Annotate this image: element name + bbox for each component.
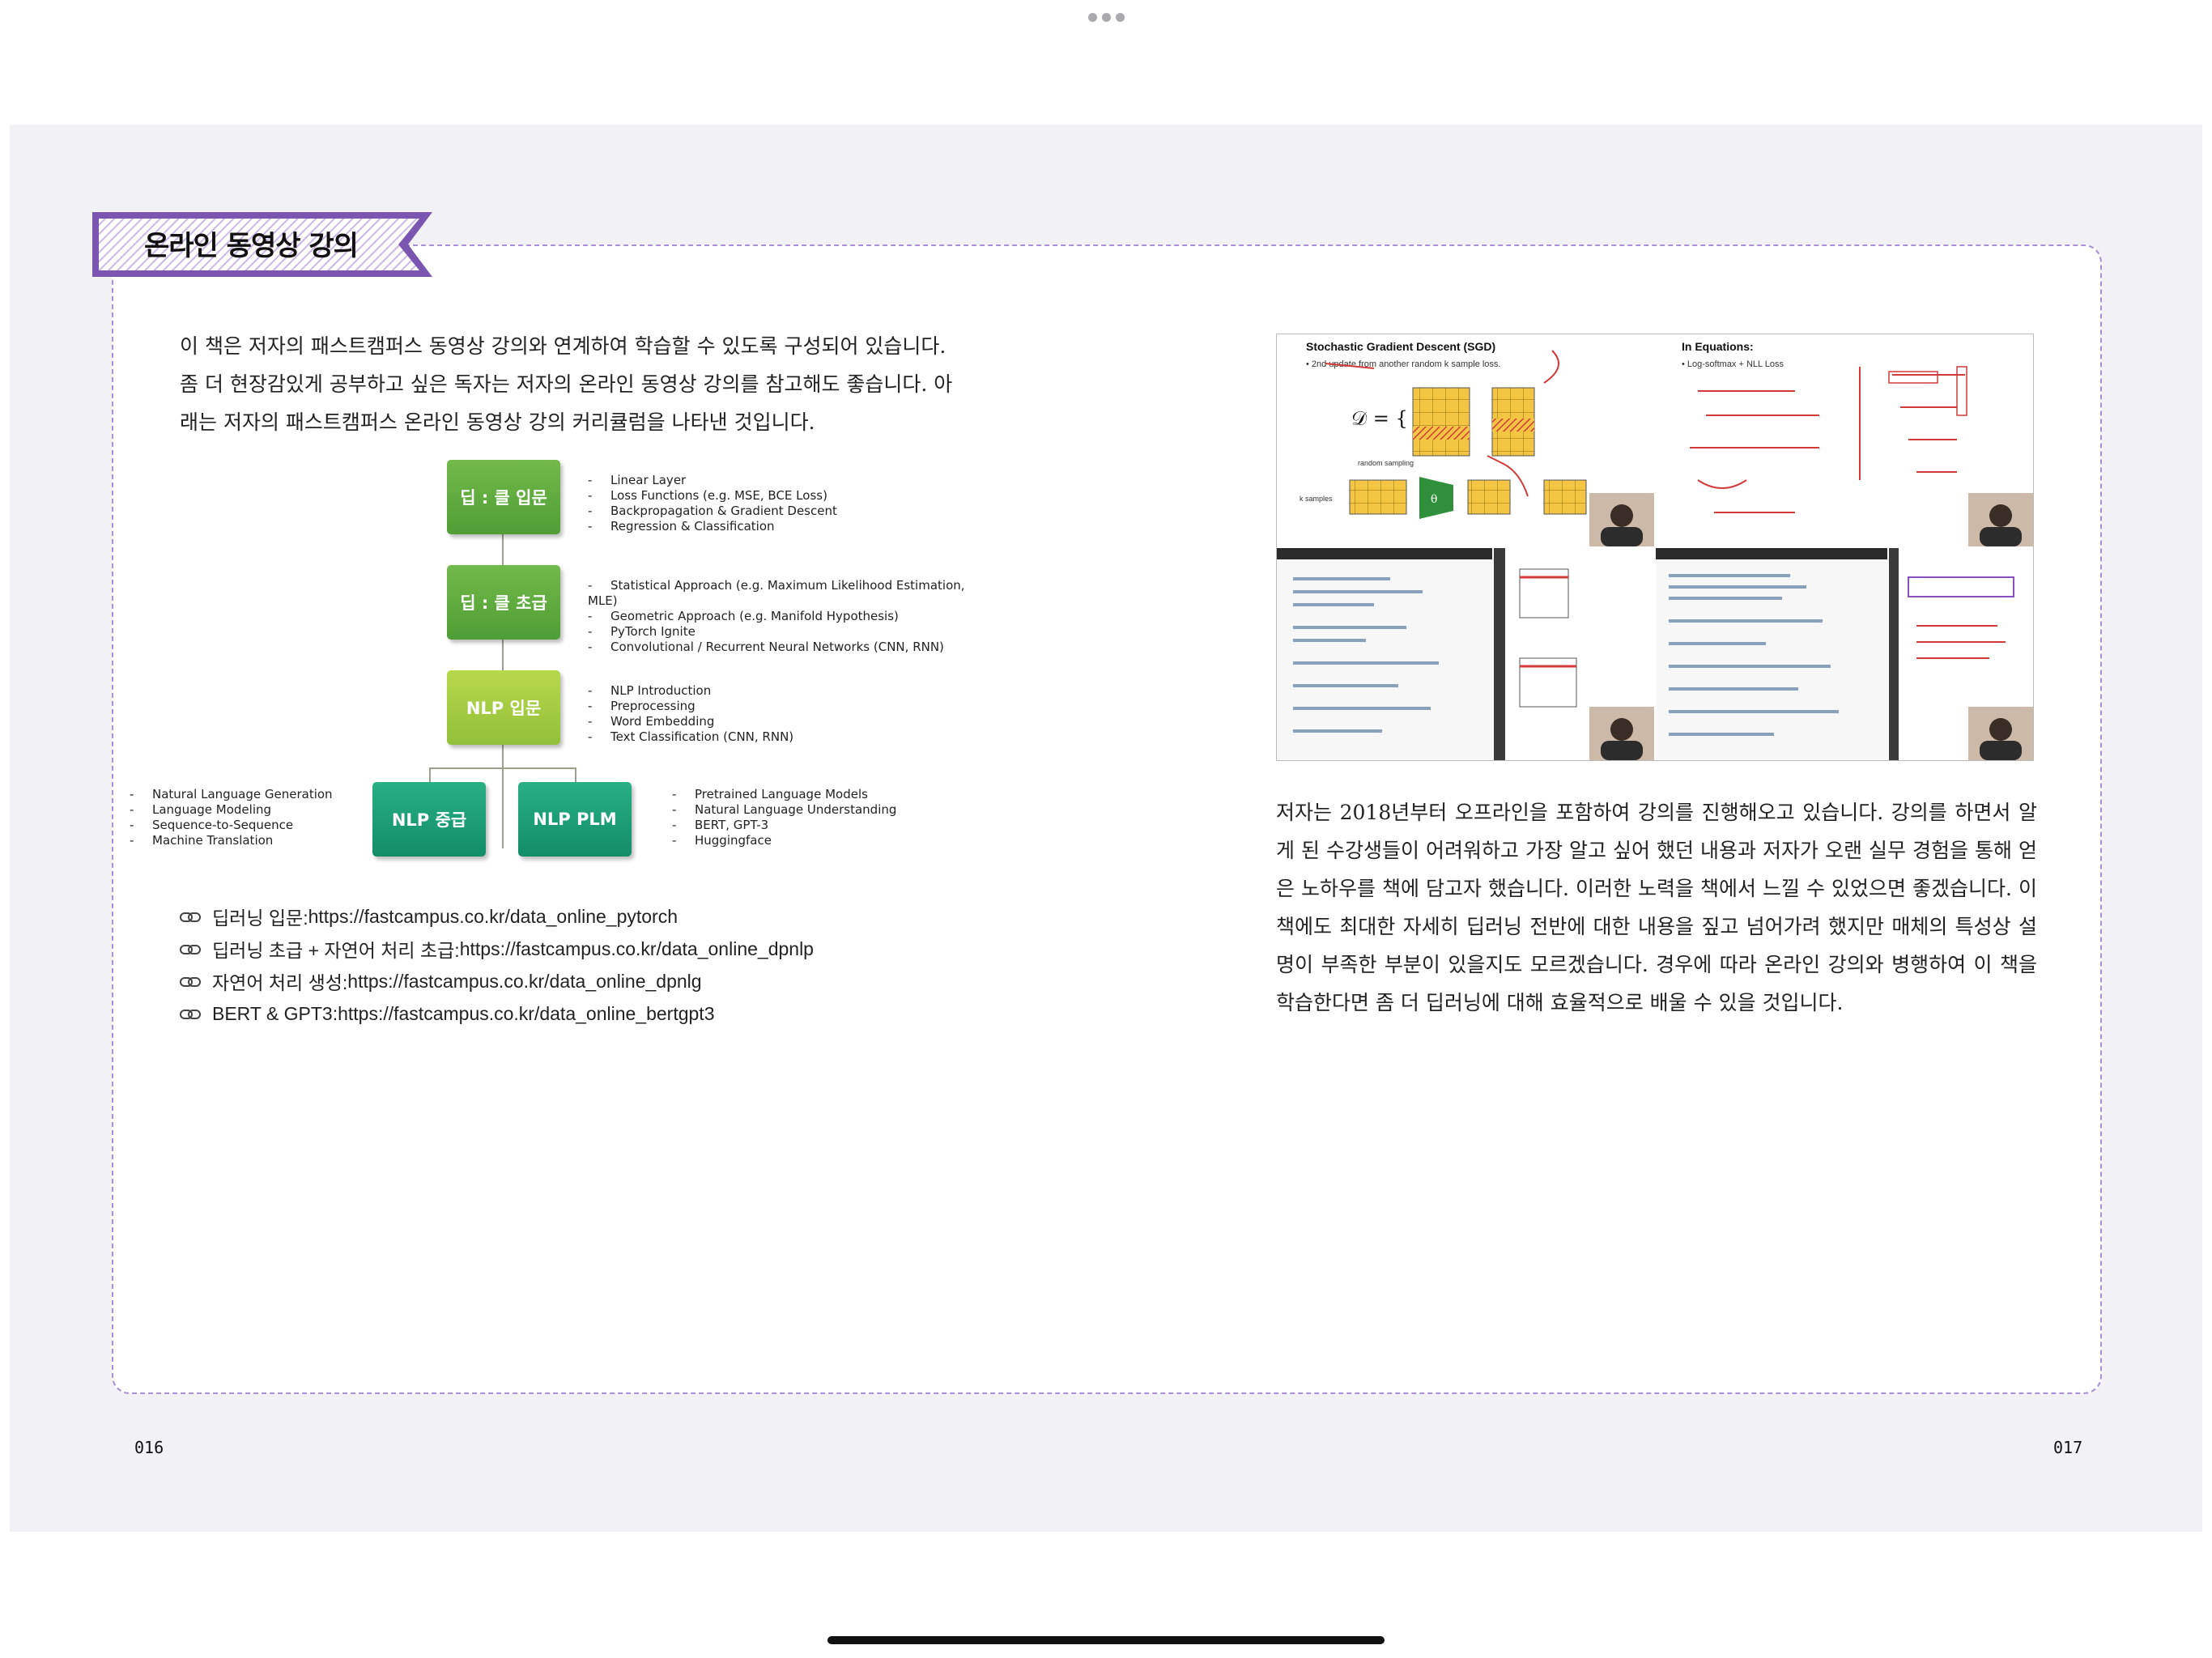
- node-nlp-plm-items: Pretrained Language ModelsNatural Langua…: [672, 787, 896, 848]
- multitasking-dots[interactable]: [1088, 13, 1125, 22]
- svg-text:k samples: k samples: [1300, 495, 1333, 503]
- author-paragraph: 저자는 2018년부터 오프라인을 포함하여 강의를 진행해오고 있습니다. 강…: [1276, 801, 2037, 1014]
- node-deep-beginner-items: Statistical Approach (e.g. Maximum Likel…: [588, 578, 988, 655]
- link-icon: [180, 976, 201, 987]
- home-indicator[interactable]: [827, 1636, 1385, 1644]
- node-nlp-intermediate-items: Natural Language GenerationLanguage Mode…: [130, 787, 333, 848]
- node-nlp-intermediate: NLP 중급: [372, 782, 486, 857]
- node-deep-intro-items: Linear LayerLoss Functions (e.g. MSE, BC…: [588, 473, 837, 534]
- lecture-screenshot: Stochastic Gradient Descent (SGD) • 2nd …: [1276, 334, 2034, 761]
- course-links: 딥러닝 입문: https://fastcampus.co.kr/data_on…: [180, 900, 814, 1030]
- node-nlp-intro: NLP 입문: [447, 670, 560, 745]
- lecture-collage: Stochastic Gradient Descent (SGD) • 2nd …: [1277, 334, 2033, 760]
- link-icon: [180, 1008, 201, 1019]
- page-number-left: 016: [134, 1438, 164, 1457]
- page-number-right: 017: [2053, 1438, 2083, 1457]
- node-deep-beginner: 딥 : 클 초급: [447, 565, 560, 640]
- svg-text:In Equations:: In Equations:: [1682, 340, 1754, 353]
- section-tag-title: 온라인 동영상 강의: [144, 230, 359, 262]
- course-link[interactable]: BERT & GPT3: https://fastcampus.co.kr/da…: [180, 997, 814, 1030]
- node-nlp-plm: NLP PLM: [518, 782, 632, 857]
- course-link[interactable]: 딥러닝 입문: https://fastcampus.co.kr/data_on…: [180, 900, 814, 933]
- svg-text:𝒟 = {: 𝒟 = {: [1351, 407, 1408, 430]
- svg-text:random sampling: random sampling: [1358, 459, 1414, 467]
- course-link[interactable]: 딥러닝 초급 + 자연어 처리 초급: https://fastcampus.c…: [180, 933, 814, 965]
- curriculum-diagram: 딥 : 클 입문 Linear LayerLoss Functions (e.g…: [130, 460, 988, 865]
- node-deep-intro: 딥 : 클 입문: [447, 460, 560, 534]
- link-icon: [180, 943, 201, 954]
- intro-paragraph: 이 책은 저자의 패스트캠퍼스 동영상 강의와 연계하여 학습할 수 있도록 구…: [180, 334, 953, 434]
- course-link[interactable]: 자연어 처리 생성: https://fastcampus.co.kr/data…: [180, 965, 814, 997]
- svg-text:θ: θ: [1431, 493, 1437, 506]
- link-icon: [180, 911, 201, 922]
- svg-text:Stochastic Gradient Descent (S: Stochastic Gradient Descent (SGD): [1306, 340, 1495, 353]
- svg-text:• Log-softmax + NLL Loss: • Log-softmax + NLL Loss: [1682, 359, 1784, 369]
- node-nlp-intro-items: NLP IntroductionPreprocessing Word Embed…: [588, 683, 793, 745]
